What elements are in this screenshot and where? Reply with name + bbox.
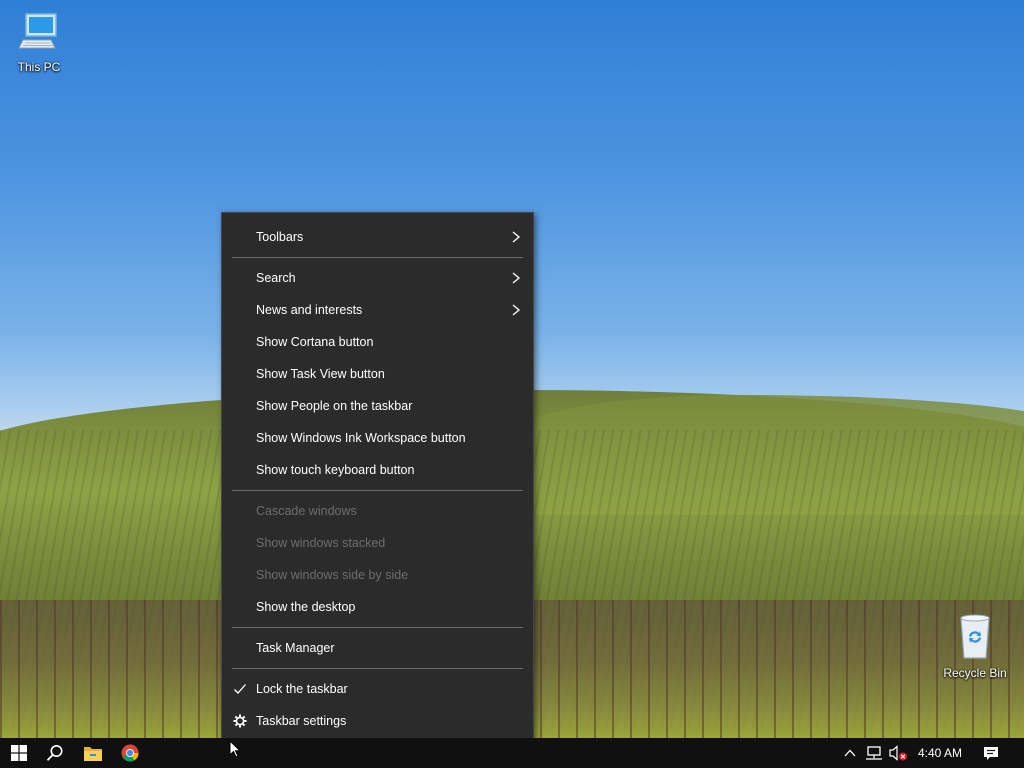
menu-item-label: Show windows stacked (256, 536, 386, 550)
file-explorer-button[interactable] (74, 738, 112, 768)
menu-item-show-windows-side-by-side: Show windows side by side (222, 561, 533, 589)
menu-item-show-cortana-button[interactable]: Show Cortana button (222, 328, 533, 356)
menu-separator (232, 257, 523, 258)
taskbar-context-menu: Toolbars Search News and interests Show … (221, 212, 534, 745)
menu-item-label: Show touch keyboard button (256, 463, 415, 477)
clock[interactable]: 4:40 AM (908, 738, 972, 768)
taskbar[interactable]: 4:40 AM (0, 738, 1024, 768)
menu-item-label: Task Manager (256, 641, 335, 655)
search-button[interactable] (36, 738, 74, 768)
menu-item-show-windows-ink[interactable]: Show Windows Ink Workspace button (222, 424, 533, 452)
checkmark-icon (234, 684, 246, 694)
start-icon (11, 745, 27, 761)
chevron-right-icon (512, 272, 521, 284)
show-hidden-icons-button[interactable] (840, 738, 860, 768)
menu-item-news-and-interests[interactable]: News and interests (222, 296, 533, 324)
recycle-bin-desktop-icon[interactable]: Recycle Bin (938, 612, 1012, 680)
network-icon (866, 746, 882, 760)
volume-tray-button[interactable] (886, 738, 910, 768)
this-pc-icon (2, 10, 76, 57)
action-center-icon (984, 746, 998, 760)
recycle-bin-icon (938, 612, 1012, 663)
menu-item-show-people[interactable]: Show People on the taskbar (222, 392, 533, 420)
menu-item-show-windows-stacked: Show windows stacked (222, 529, 533, 557)
menu-item-search[interactable]: Search (222, 264, 533, 292)
chevron-right-icon (512, 304, 521, 316)
menu-item-label: Cascade windows (256, 504, 357, 518)
mouse-cursor-icon (229, 740, 241, 758)
menu-item-label: Search (256, 271, 296, 285)
menu-item-cascade-windows: Cascade windows (222, 497, 533, 525)
gear-icon (233, 714, 247, 728)
menu-item-label: Show the desktop (256, 600, 356, 614)
menu-item-label: Show Task View button (256, 367, 385, 381)
menu-item-label: News and interests (256, 303, 363, 317)
menu-separator (232, 668, 523, 669)
this-pc-label: This PC (17, 60, 61, 74)
menu-item-show-task-view-button[interactable]: Show Task View button (222, 360, 533, 388)
recycle-bin-label: Recycle Bin (943, 666, 1007, 680)
menu-item-label: Toolbars (256, 230, 304, 244)
chevron-right-icon (512, 231, 521, 243)
start-button[interactable] (0, 738, 38, 768)
menu-item-label: Show Cortana button (256, 335, 374, 349)
menu-separator (232, 490, 523, 491)
network-tray-button[interactable] (862, 738, 886, 768)
volume-muted-icon (889, 745, 907, 761)
menu-item-task-manager[interactable]: Task Manager (222, 634, 533, 662)
chrome-icon (121, 744, 139, 762)
search-icon (46, 745, 63, 761)
menu-item-toolbars[interactable]: Toolbars (222, 223, 533, 251)
chevron-up-icon (844, 749, 856, 757)
menu-item-label: Lock the taskbar (256, 682, 348, 696)
menu-item-show-the-desktop[interactable]: Show the desktop (222, 593, 533, 621)
menu-item-label: Show People on the taskbar (256, 399, 413, 413)
action-center-button[interactable] (978, 738, 1004, 768)
menu-item-label: Show Windows Ink Workspace button (256, 431, 466, 445)
menu-item-label: Show windows side by side (256, 568, 409, 582)
menu-separator (232, 627, 523, 628)
file-explorer-icon (84, 746, 102, 761)
this-pc-desktop-icon[interactable]: This PC (2, 10, 76, 74)
menu-item-label: Taskbar settings (256, 714, 347, 728)
chrome-button[interactable] (111, 738, 149, 768)
menu-item-lock-the-taskbar[interactable]: Lock the taskbar (222, 675, 533, 703)
menu-item-show-touch-keyboard[interactable]: Show touch keyboard button (222, 456, 533, 484)
menu-item-taskbar-settings[interactable]: Taskbar settings (222, 707, 533, 735)
